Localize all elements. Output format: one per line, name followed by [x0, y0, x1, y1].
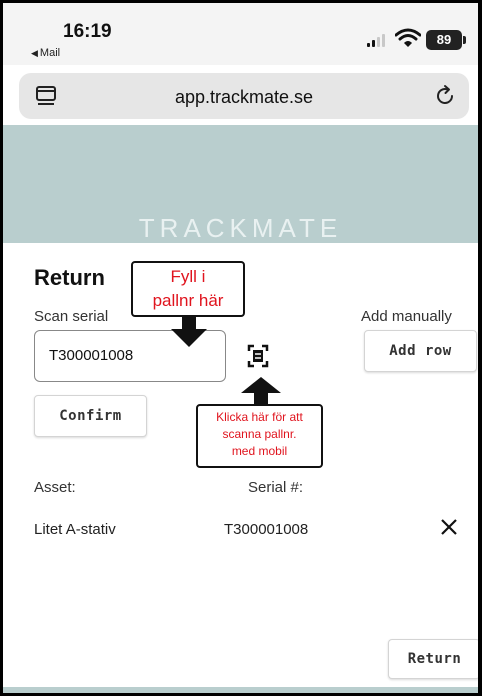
scan-pallet-callout: Klicka här för att scanna pallnr. med mo… [196, 404, 323, 468]
app-header: TRACKMATE [3, 125, 478, 243]
callout-line: med mobil [231, 444, 288, 458]
screenshot-frame: 16:19 ◀ Mail 89 app.trackmate.se TRACKMA… [0, 0, 482, 696]
footer-bar [3, 687, 478, 693]
add-manually-label: Add manually [361, 308, 452, 325]
arrow-down-icon [171, 317, 207, 347]
arrow-up-icon [241, 377, 281, 405]
callout-line: scanna pallnr. [222, 427, 297, 441]
back-app-label: Mail [39, 47, 61, 59]
back-arrow-icon: ◀ [31, 48, 38, 58]
add-row-button[interactable]: Add row [364, 330, 477, 372]
status-bar: 16:19 ◀ Mail 89 [3, 3, 478, 65]
row-asset-name: Litet A-stativ [34, 521, 116, 538]
cellular-signal-icon [367, 33, 391, 47]
reload-icon[interactable] [433, 84, 457, 108]
serial-column-header: Serial #: [248, 479, 304, 496]
back-to-mail-link[interactable]: ◀ Mail [31, 47, 60, 59]
close-icon[interactable] [439, 517, 459, 537]
callout-line: pallnr här [152, 291, 224, 310]
confirm-button[interactable]: Confirm [34, 395, 147, 437]
wifi-icon [395, 28, 421, 47]
asset-column-header: Asset: [34, 479, 76, 496]
callout-line: Klicka här för att [216, 410, 303, 424]
scan-serial-label: Scan serial [34, 308, 109, 325]
status-time: 16:19 [63, 21, 112, 42]
url-text: app.trackmate.se [174, 87, 314, 107]
page-title: Return [34, 265, 105, 290]
brand-logo: TRACKMATE [138, 213, 343, 243]
row-serial-number: T300001008 [224, 521, 309, 538]
fill-pallet-callout: Fyll i pallnr här [131, 261, 245, 317]
battery-icon: 89 [426, 30, 466, 50]
address-bar[interactable]: app.trackmate.se [19, 73, 469, 119]
callout-line: Fyll i [170, 267, 206, 286]
return-button[interactable]: Return [388, 639, 478, 679]
phone-screen: 16:19 ◀ Mail 89 app.trackmate.se TRACKMA… [3, 3, 478, 693]
scan-barcode-icon[interactable] [247, 344, 269, 368]
